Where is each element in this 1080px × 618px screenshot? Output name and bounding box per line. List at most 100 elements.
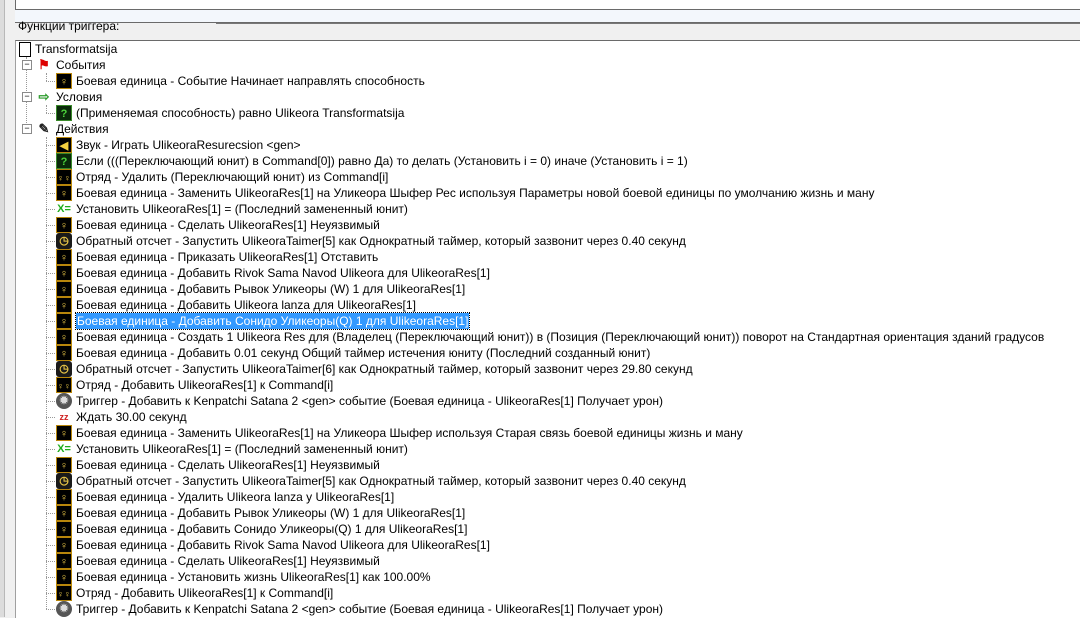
unit-icon: ♀: [56, 425, 72, 441]
item-label: Боевая единица - Добавить Сонидо Уликеор…: [76, 522, 468, 536]
item-label: Ждать 30.00 секунд: [76, 410, 187, 424]
item-label: Обратный отсчет - Запустить UlikeoraTaim…: [76, 234, 686, 248]
unit-group-icon: ♀♀: [56, 377, 72, 393]
tree-item[interactable]: ✹ Триггер - Добавить к Kenpatchi Satana 2…: [56, 601, 663, 617]
tree-item[interactable]: ♀ Боевая единица - Удалить Ulikeora lanza…: [56, 489, 394, 505]
item-label: Боевая единица - Установить жизнь Ulikeo…: [76, 570, 431, 584]
tree-item[interactable]: ♀ Боевая единица - Добавить Сонидо Уликео…: [56, 521, 467, 537]
panel-label: Функции триггера:: [18, 19, 120, 33]
tree-item[interactable]: ♀ Боевая единица - Заменить UlikeoraRes[1…: [56, 185, 874, 201]
tree-item[interactable]: ◷ Обратный отсчет - Запустить UlikeoraTai…: [56, 361, 693, 377]
trigger-gear-icon: ✹: [56, 393, 72, 409]
tree-item[interactable]: ♀ Боевая единица - Добавить Рывок Уликеор…: [56, 281, 465, 297]
item-label: Триггер - Добавить к Kenpatchi Satana 2 …: [76, 602, 664, 616]
tree-item[interactable]: ♀ Боевая единица - Приказать UlikeoraRes[…: [56, 249, 378, 265]
tree-item[interactable]: ◷ Обратный отсчет - Запустить UlikeoraTai…: [56, 233, 686, 249]
unit-icon: ♀: [56, 281, 72, 297]
tree-item[interactable]: X= Установить UlikeoraRes[1] = (Последний…: [56, 441, 408, 457]
item-label: Обратный отсчет - Запустить UlikeoraTaim…: [76, 362, 693, 376]
tree-item[interactable]: ♀ Боевая единица - Событие Начинает напра…: [56, 73, 425, 89]
tree-item[interactable]: ♀ Боевая единица - Добавить Рывок Уликеор…: [56, 505, 465, 521]
if-condition-icon: ?: [56, 153, 72, 169]
item-label: Обратный отсчет - Запустить UlikeoraTaim…: [76, 474, 686, 488]
tree-item[interactable]: ◀ Звук - Играть UlikeoraResurecsion <gen>: [56, 137, 301, 153]
wait-icon: zz: [56, 409, 72, 425]
separator-strip: [15, 10, 1080, 23]
item-label: Боевая единица - Добавить Рывок Уликеоры…: [76, 282, 466, 296]
tree-item[interactable]: ♀ Боевая единица - Сделать UlikeoraRes[1]…: [56, 553, 380, 569]
tree-item[interactable]: ♀♀ Отряд - Добавить UlikeoraRes[1] к Comm…: [56, 377, 333, 393]
unit-icon: ♀: [56, 185, 72, 201]
item-label: Боевая единица - Добавить Rivok Sama Nav…: [76, 538, 490, 552]
condition-icon: ⇨: [38, 89, 50, 104]
unit-icon: ♀: [56, 345, 72, 361]
timer-icon: ◷: [56, 361, 72, 377]
unit-icon: ♀: [56, 217, 72, 233]
if-condition-icon: ?: [56, 105, 72, 121]
section-label: Условия: [56, 90, 103, 104]
collapse-toggle[interactable]: −: [22, 60, 32, 70]
item-label: Отряд - Добавить UlikeoraRes[1] к Comman…: [76, 586, 334, 600]
timer-icon: ◷: [56, 233, 72, 249]
tree-item[interactable]: ♀ Боевая единица - Добавить Ulikeora lanz…: [56, 297, 416, 313]
item-label: Установить UlikeoraRes[1] = (Последний з…: [76, 202, 408, 216]
tree-item[interactable]: ♀ Боевая единица - Сделать UlikeoraRes[1]…: [56, 217, 380, 233]
item-label: Боевая единица - Заменить UlikeoraRes[1]…: [76, 426, 743, 440]
collapse-toggle[interactable]: −: [22, 92, 32, 102]
tree-item[interactable]: X= Установить UlikeoraRes[1] = (Последний…: [56, 201, 408, 217]
section-label: События: [56, 58, 106, 72]
item-label: Установить UlikeoraRes[1] = (Последний з…: [76, 442, 408, 456]
selected-item-label: Боевая единица - Добавить Сонидо Уликеор…: [74, 312, 471, 330]
tree-item[interactable]: ♀♀ Отряд - Удалить (Переключающий юнит) и…: [56, 169, 388, 185]
scrollbar[interactable]: [0, 0, 5, 617]
item-label: Боевая единица - Сделать UlikeoraRes[1] …: [76, 554, 380, 568]
tree-section-actions[interactable]: − ✎ Действия: [22, 121, 109, 137]
item-label: Если (((Переключающий юнит) в Command[0]…: [76, 154, 688, 168]
item-label: (Применяемая способность) равно Ulikeora…: [76, 106, 405, 120]
tree-section-conditions[interactable]: − ⇨ Условия: [22, 89, 103, 105]
trigger-functions-tree[interactable]: Transformatsija − ⚑ События ♀ Боевая единица…: [15, 40, 1080, 618]
tree-item[interactable]: ✹ Триггер - Добавить к Kenpatchi Satana 2…: [56, 393, 663, 409]
unit-icon: ♀: [56, 537, 72, 553]
tree-item[interactable]: ♀♀ Отряд - Добавить UlikeoraRes[1] к Comm…: [56, 585, 333, 601]
item-label: Боевая единица - Событие Начинает направ…: [76, 74, 425, 88]
tree-item[interactable]: ? (Применяемая способность) равно Ulikeor…: [56, 105, 404, 121]
action-icon: ✎: [38, 121, 50, 136]
unit-icon: ♀: [56, 297, 72, 313]
item-label: Триггер - Добавить к Kenpatchi Satana 2 …: [76, 394, 664, 408]
tree-item[interactable]: ♀ Боевая единица - Добавить 0.01 секунд О…: [56, 345, 650, 361]
item-label: Боевая единица - Приказать UlikeoraRes[1…: [76, 250, 379, 264]
trigger-gear-icon: ✹: [56, 601, 72, 617]
unit-icon: ♀: [56, 521, 72, 537]
item-label: Боевая единица - Заменить UlikeoraRes[1]…: [76, 186, 875, 200]
tree-item[interactable]: ◷ Обратный отсчет - Запустить UlikeoraTai…: [56, 473, 686, 489]
item-label: Боевая единица - Добавить Ulikeora lanza…: [76, 298, 416, 312]
unit-group-icon: ♀♀: [56, 169, 72, 185]
unit-icon: ♀: [56, 457, 72, 473]
item-label: Звук - Играть UlikeoraResurecsion <gen>: [76, 138, 301, 152]
trigger-comment-box[interactable]: [15, 0, 1080, 10]
tree-item[interactable]: ♀ Боевая единица - Установить жизнь Ulike…: [56, 569, 431, 585]
tree-section-events[interactable]: − ⚑ События: [22, 57, 106, 73]
tree-item[interactable]: ♀ Боевая единица - Добавить Сонидо Уликео…: [56, 312, 471, 330]
unit-icon: ♀: [56, 553, 72, 569]
tree-item[interactable]: zz Ждать 30.00 секунд: [56, 409, 187, 425]
tree-item[interactable]: ♀ Боевая единица - Добавить Rivok Sama Na…: [56, 265, 490, 281]
collapse-toggle[interactable]: −: [22, 124, 32, 134]
tree-item[interactable]: ♀ Боевая единица - Добавить Rivok Sama Na…: [56, 537, 490, 553]
sound-icon: ◀: [56, 137, 72, 153]
tree-item[interactable]: ♀ Боевая единица - Создать 1 Ulikeora Res…: [56, 329, 1044, 345]
set-variable-icon: X=: [56, 201, 72, 217]
item-label: Боевая единица - Удалить Ulikeora lanza …: [76, 490, 395, 504]
unit-icon: ♀: [56, 313, 72, 329]
item-label: Отряд - Добавить UlikeoraRes[1] к Comman…: [76, 378, 334, 392]
tree-root[interactable]: Transformatsija: [19, 41, 117, 57]
unit-icon: ♀: [56, 569, 72, 585]
section-label: Действия: [56, 122, 109, 136]
groupbox-line: [216, 23, 1080, 24]
tree-item[interactable]: ♀ Боевая единица - Заменить UlikeoraRes[1…: [56, 425, 743, 441]
item-label: Отряд - Удалить (Переключающий юнит) из …: [76, 170, 389, 184]
tree-item[interactable]: ? Если (((Переключающий юнит) в Command[0…: [56, 153, 688, 169]
document-icon: [19, 41, 31, 57]
tree-item[interactable]: ♀ Боевая единица - Сделать UlikeoraRes[1]…: [56, 457, 380, 473]
